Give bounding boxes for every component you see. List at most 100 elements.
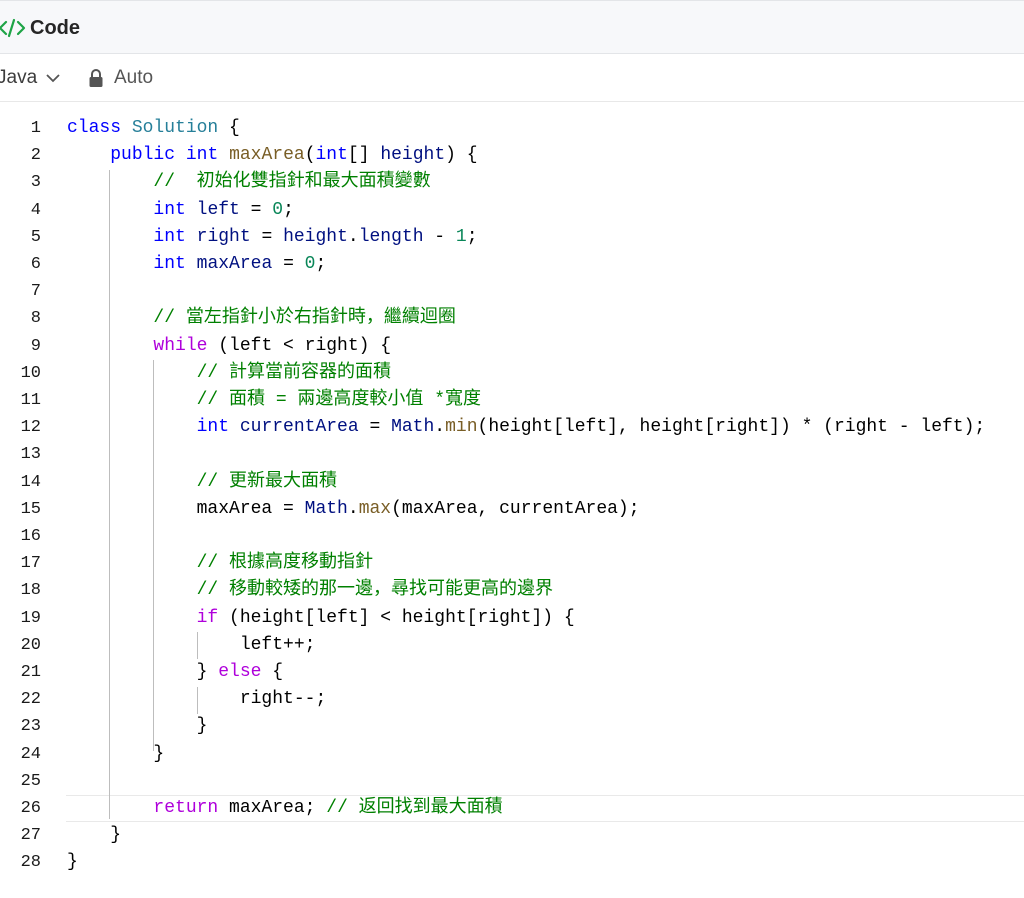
code-line[interactable]: } <box>67 849 78 876</box>
line-number: 22 <box>20 690 41 710</box>
code-icon <box>0 18 26 38</box>
code-token: = <box>239 199 273 220</box>
code-token: 0 <box>272 199 284 220</box>
line-number: 14 <box>20 472 41 492</box>
code-line[interactable]: // 計算當前容器的面積 <box>67 360 391 387</box>
code-token: int <box>196 417 240 438</box>
page-title: Code <box>30 17 80 39</box>
code-line[interactable]: } else { <box>67 659 283 686</box>
line-number: 28 <box>20 853 41 873</box>
code-token: (maxArea, currentArea); <box>391 498 640 519</box>
code-token: // 當左指針小於右指針時，繼續迴圈 <box>153 308 456 329</box>
code-token: ; <box>315 254 327 274</box>
code-token: int <box>315 145 348 166</box>
code-line[interactable]: int maxArea = 0; <box>67 251 326 278</box>
code-line[interactable]: left++; <box>67 632 316 659</box>
line-number: 17 <box>20 554 41 574</box>
code-line[interactable]: } <box>67 713 208 740</box>
code-token: if <box>196 607 219 628</box>
line-number: 10 <box>20 363 41 383</box>
code-line[interactable]: int right = height.length - 1; <box>67 224 478 251</box>
code-line[interactable]: // 根據高度移動指針 <box>67 550 373 577</box>
line-number: 16 <box>20 527 41 546</box>
code-line[interactable]: // 更新最大面積 <box>67 469 337 496</box>
code-token: maxArea <box>196 254 273 274</box>
code-line[interactable]: class Solution { <box>67 115 240 142</box>
code-token: [] <box>347 145 381 166</box>
code-line[interactable]: } <box>67 741 164 768</box>
line-number: 27 <box>20 826 41 846</box>
code-line[interactable]: // 初始化雙指針和最大面積變數 <box>67 169 431 196</box>
code-line[interactable]: if (height[left] < height[right]) { <box>67 605 575 632</box>
code-line[interactable]: } <box>67 822 121 849</box>
code-line[interactable]: int currentArea = Math.min(height[left],… <box>67 414 986 441</box>
code-line[interactable]: right--; <box>67 686 326 713</box>
code-token: Solution <box>131 118 219 138</box>
code-token: // 根據高度移動指針 <box>196 553 374 574</box>
code-token: // 返回找到最大面積 <box>326 798 503 818</box>
code-token: maxArea <box>229 145 305 166</box>
code-token: . <box>347 226 359 247</box>
code-token: left <box>196 199 240 220</box>
code-token: int <box>153 254 197 274</box>
line-number: 4 <box>30 200 41 220</box>
line-number: 9 <box>30 336 41 356</box>
code-token: Math <box>391 417 435 438</box>
line-number: 2 <box>30 146 41 166</box>
line-number: 1 <box>30 119 41 138</box>
code-token: int <box>185 145 230 166</box>
code-line[interactable]: int left = 0; <box>67 197 294 224</box>
line-number: 3 <box>30 173 41 193</box>
line-number: 6 <box>30 255 41 274</box>
code-token: - <box>423 226 456 247</box>
code-line[interactable]: // 移動較矮的那一邊，尋找可能更高的邊界 <box>67 577 553 604</box>
line-number: 19 <box>20 608 41 628</box>
code-line[interactable]: public int maxArea(int[] height) { <box>67 142 478 169</box>
code-token: (height[left], height[right]) * (right -… <box>477 417 986 438</box>
code-token: } <box>67 825 122 846</box>
code-token: left++; <box>67 634 316 655</box>
code-token: = <box>358 417 392 438</box>
editor-toolbar: Java Auto <box>0 54 1024 102</box>
line-number: 12 <box>20 418 41 438</box>
line-number: 15 <box>20 499 41 519</box>
code-line[interactable]: // 當左指針小於右指針時，繼續迴圈 <box>67 305 456 332</box>
chevron-down-icon[interactable] <box>45 72 61 84</box>
code-token: = <box>250 226 284 247</box>
code-token: 0 <box>304 254 316 274</box>
autocomplete-mode[interactable]: Auto <box>114 67 153 89</box>
editor-header: Code <box>0 0 1024 54</box>
language-selector[interactable]: Java <box>0 67 37 89</box>
code-token: right <box>196 226 251 247</box>
code-line[interactable]: maxArea = Math.max(maxArea, currentArea)… <box>67 496 640 523</box>
code-token: // 更新最大面積 <box>196 471 338 492</box>
code-token: // 移動較矮的那一邊，尋找可能更高的邊界 <box>196 580 554 601</box>
code-token: ) { <box>445 145 478 166</box>
code-token: ; <box>466 226 478 247</box>
code-line[interactable]: return maxArea; // 返回找到最大面積 <box>67 795 503 822</box>
code-token: currentArea <box>239 417 359 438</box>
code-line[interactable]: while (left < right) { <box>67 333 391 360</box>
code-token: ; <box>283 199 294 220</box>
line-number: 25 <box>20 771 41 791</box>
code-editor[interactable]: 1 class Solution { 2 public int maxArea(in… <box>0 102 1024 898</box>
code-token: (left < right) { <box>207 335 392 356</box>
line-number: 8 <box>30 309 41 329</box>
line-number: 13 <box>20 445 41 465</box>
code-token: // 初始化雙指針和最大面積變數 <box>153 172 431 193</box>
line-number: 24 <box>20 744 41 764</box>
line-number: 26 <box>20 799 41 818</box>
code-token: Math <box>304 498 348 519</box>
code-token: } <box>67 662 219 682</box>
code-line[interactable]: // 面積 = 兩邊高度較小值 *寬度 <box>67 387 481 414</box>
code-token: . <box>434 417 446 438</box>
